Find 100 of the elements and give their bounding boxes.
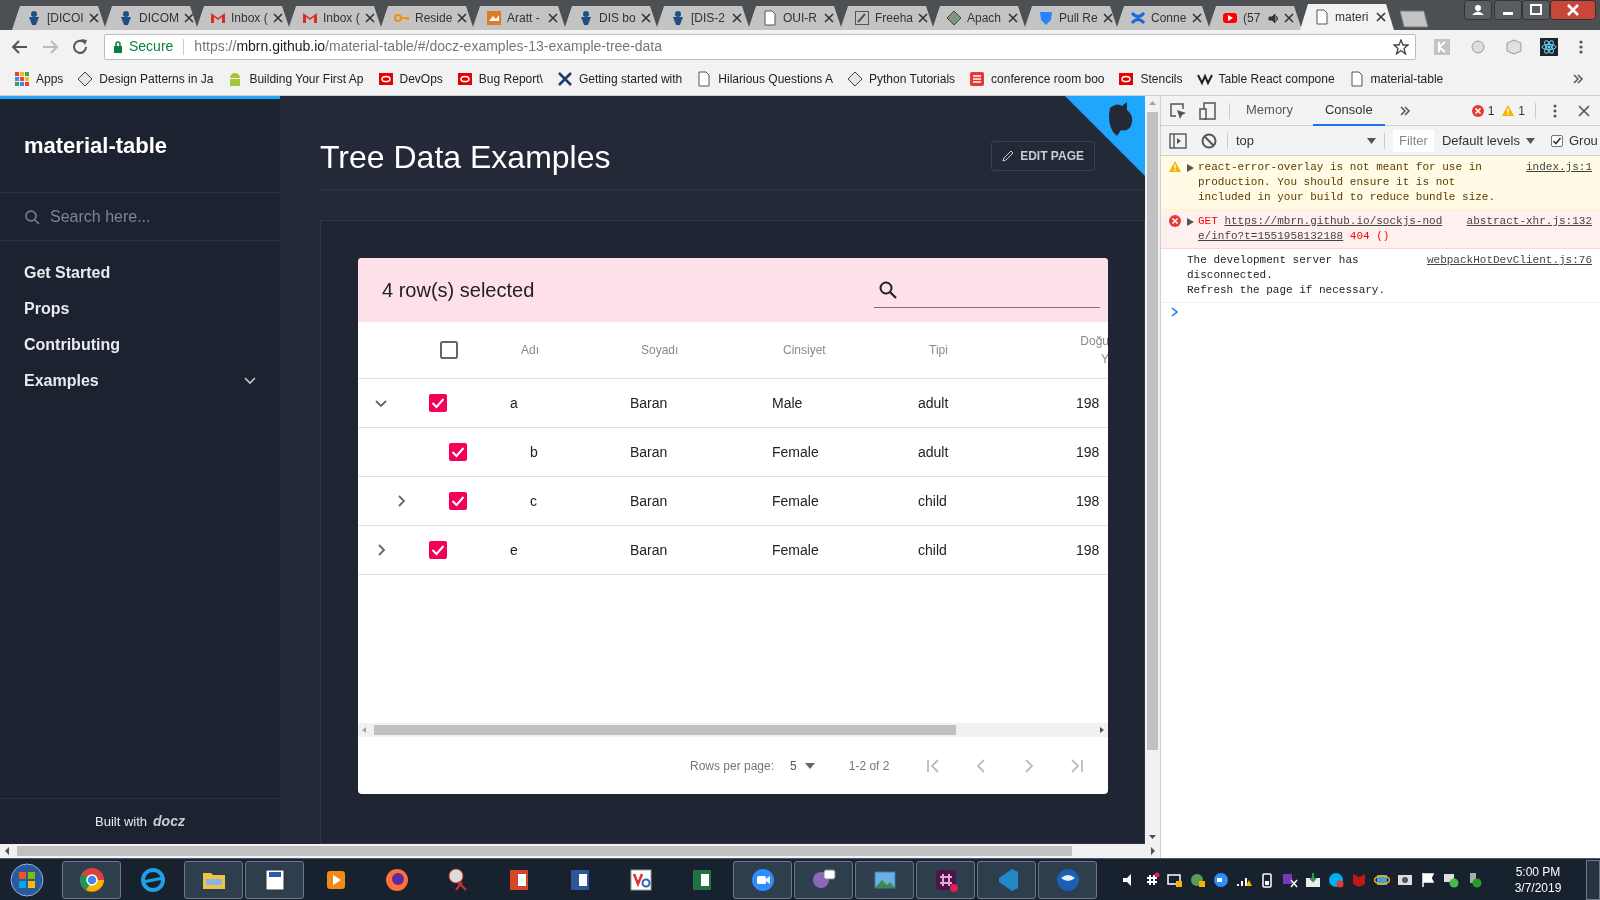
new-tab-icon[interactable] xyxy=(1396,10,1430,28)
browser-tab[interactable]: Pull Re xyxy=(1024,6,1118,30)
clock[interactable]: 5:00 PM 3/7/2019 xyxy=(1498,863,1578,896)
browser-tab[interactable]: Aratt - xyxy=(472,6,566,30)
user-icon[interactable] xyxy=(1464,0,1492,20)
devtools-tab[interactable]: Memory xyxy=(1234,95,1305,126)
checkbox[interactable] xyxy=(439,340,459,360)
start-orb-icon[interactable] xyxy=(10,862,44,897)
atom-icon[interactable] xyxy=(1540,37,1558,56)
levels-select[interactable]: Default levels xyxy=(1441,130,1535,151)
address-field[interactable]: Secure https://mbrn.github.io/material-table/#/docz-examples-13-example-tree-data xyxy=(104,33,1416,60)
bookmark-link[interactable]: DevOps xyxy=(399,70,443,88)
bookmark-link[interactable]: Bug Report\ xyxy=(478,70,543,88)
close-icon[interactable] xyxy=(1376,12,1386,22)
chevrons-icon[interactable] xyxy=(1398,104,1411,117)
chat-icon[interactable] xyxy=(1443,871,1459,888)
close-icon[interactable] xyxy=(1008,13,1018,23)
camera-icon[interactable] xyxy=(1213,871,1229,888)
chevrons-icon[interactable] xyxy=(1572,73,1584,85)
bookmark-link[interactable]: Hilarious Questions A xyxy=(718,70,834,88)
browser-tab[interactable]: Inbox ( xyxy=(288,6,382,30)
nav-link[interactable]: Examples xyxy=(24,369,99,393)
inspect-icon[interactable] xyxy=(1169,101,1187,120)
chevron-down-icon[interactable] xyxy=(244,377,256,385)
bookmark-link[interactable]: material-table xyxy=(1370,70,1444,88)
minimize-icon[interactable] xyxy=(1494,0,1522,20)
expand-arrow-icon[interactable] xyxy=(1187,164,1194,172)
nav-link[interactable]: Get Started xyxy=(24,261,111,285)
close-icon[interactable] xyxy=(548,13,558,23)
bookmark-link[interactable]: Table React compone xyxy=(1218,70,1335,88)
close-icon[interactable] xyxy=(1192,13,1202,23)
source-link[interactable]: abstract-xhr.js:132 xyxy=(1466,214,1592,229)
bookmark-link[interactable]: Getting started with xyxy=(578,70,683,88)
error-count[interactable]: 1 xyxy=(1487,101,1495,120)
bookmark-link[interactable]: Apps xyxy=(36,70,64,88)
browser-tab[interactable]: [DIS-2 xyxy=(656,6,750,30)
browser-tab[interactable]: DIS bo xyxy=(564,6,658,30)
browser-tab[interactable]: Freeha xyxy=(840,6,934,30)
context-select[interactable]: top xyxy=(1236,130,1376,151)
column-header[interactable]: Doğu Y xyxy=(1071,332,1108,368)
checkbox[interactable] xyxy=(428,393,448,413)
close-icon[interactable] xyxy=(918,13,929,23)
column-header[interactable]: Adı xyxy=(521,341,641,359)
sidebar-toggle-icon[interactable] xyxy=(1169,132,1187,149)
close-icon[interactable] xyxy=(732,13,742,23)
close-icon[interactable] xyxy=(1102,13,1113,23)
menu-icon[interactable] xyxy=(1578,38,1584,55)
browser-tab[interactable]: OUI-R xyxy=(748,6,842,30)
bookmark-link[interactable]: Design Patterns in Ja xyxy=(99,70,214,88)
close-icon[interactable] xyxy=(1578,104,1590,117)
warning-count[interactable]: 1 xyxy=(1518,101,1525,120)
close-icon[interactable] xyxy=(1284,13,1294,23)
edit-page-button[interactable]: EDIT PAGE xyxy=(991,141,1095,171)
nav-link[interactable]: Props xyxy=(24,297,70,321)
star-icon[interactable] xyxy=(1393,38,1409,55)
browser-tab[interactable]: DICOM xyxy=(104,6,198,30)
battery-icon[interactable] xyxy=(1259,871,1275,888)
browser-tab[interactable]: Conne xyxy=(1116,6,1210,30)
source-link[interactable]: webpackHotDevClient.js:76 xyxy=(1426,253,1592,268)
flag-icon[interactable] xyxy=(1420,871,1436,888)
close-icon[interactable] xyxy=(364,13,375,23)
bookmark-link[interactable]: Building Your First Ap xyxy=(249,70,364,88)
close-icon[interactable] xyxy=(824,13,834,23)
close-icon[interactable] xyxy=(1550,0,1596,20)
monitor-icon[interactable] xyxy=(1167,871,1183,888)
close-icon[interactable] xyxy=(272,13,283,23)
bookmark-link[interactable]: conference room boo xyxy=(991,70,1105,88)
block-icon[interactable] xyxy=(1201,132,1217,149)
hash-icon[interactable] xyxy=(1144,871,1160,888)
rows-per-page-select[interactable]: 5 xyxy=(790,756,815,775)
checkbox[interactable] xyxy=(428,540,448,560)
browser-tab[interactable]: (57 xyxy=(1208,6,1302,30)
close-icon[interactable] xyxy=(184,13,194,23)
browser-tab[interactable]: Reside xyxy=(380,6,474,30)
source-link[interactable]: index.js:1 xyxy=(1526,160,1592,175)
browser-tab[interactable]: Inbox ( xyxy=(196,6,290,30)
device-icon[interactable] xyxy=(1199,101,1217,120)
circle-icon[interactable] xyxy=(77,865,106,894)
close-icon[interactable] xyxy=(640,13,651,23)
expand-arrow-icon[interactable] xyxy=(1187,218,1194,226)
maximize-icon[interactable] xyxy=(1522,0,1550,20)
browser-tab[interactable]: materi xyxy=(1300,4,1394,30)
browser-tab[interactable]: [DICOI xyxy=(12,6,106,30)
nav-link[interactable]: Contributing xyxy=(24,333,120,357)
column-header[interactable]: Soyadı xyxy=(641,341,783,359)
horizontal-scrollbar[interactable] xyxy=(0,844,1160,858)
close-icon[interactable] xyxy=(88,13,99,23)
column-header[interactable]: Cinsiyet xyxy=(783,341,929,359)
table-scrollbar[interactable] xyxy=(358,723,1108,737)
shield-icon[interactable] xyxy=(1351,871,1367,888)
filter-field[interactable]: Filter xyxy=(1393,129,1434,152)
menu-icon[interactable] xyxy=(1552,102,1558,119)
vertical-scrollbar[interactable] xyxy=(1145,96,1160,844)
bookmark-link[interactable]: Python Tutorials xyxy=(869,70,956,88)
prompt-icon[interactable] xyxy=(1171,307,1179,317)
bookmark-link[interactable]: Stencils xyxy=(1140,70,1183,88)
checkbox[interactable] xyxy=(1550,134,1563,147)
envelope-icon[interactable] xyxy=(1305,871,1321,888)
circle-icon[interactable] xyxy=(1328,871,1344,888)
checkbox[interactable] xyxy=(448,491,468,511)
